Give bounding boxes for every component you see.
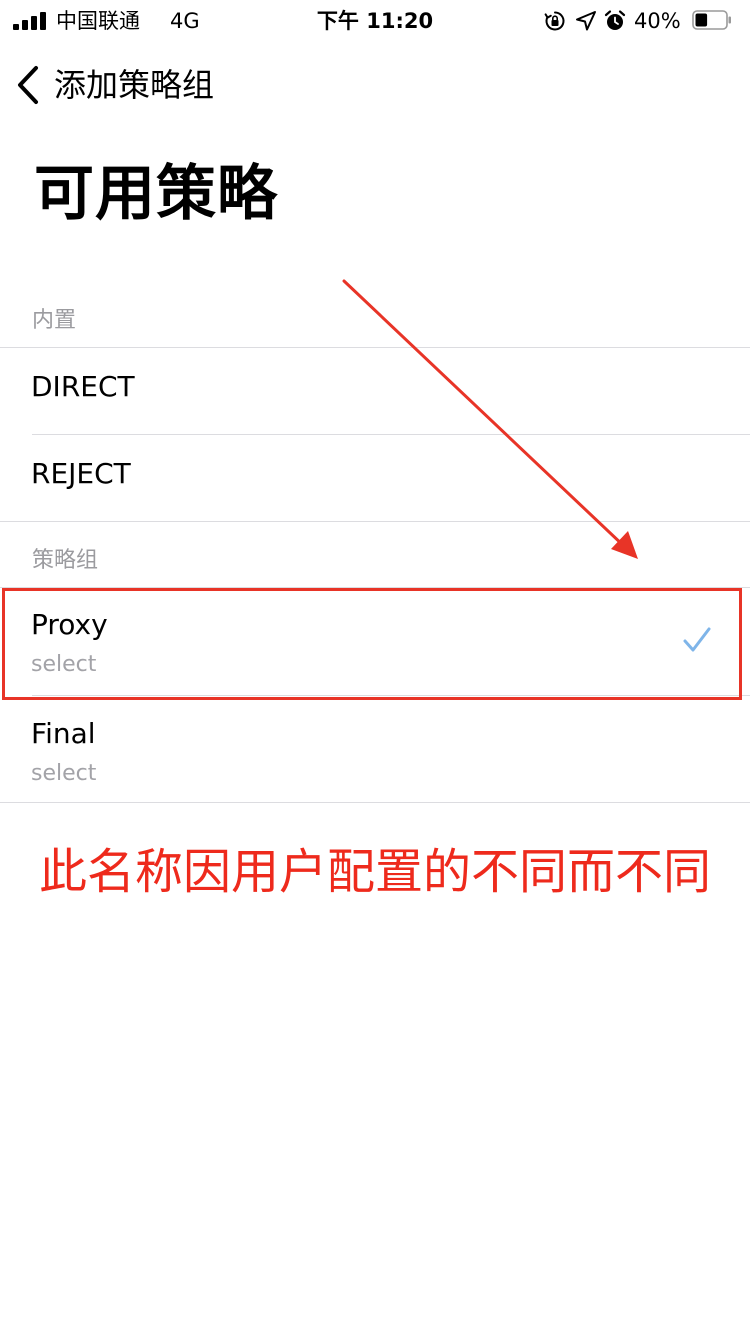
chevron-left-icon[interactable] [12, 64, 44, 106]
list-item-title: Proxy [31, 608, 108, 641]
rotation-lock-icon [544, 11, 565, 31]
divider [0, 521, 750, 522]
list-item-subtitle: select [31, 652, 97, 677]
list-item-reject[interactable]: REJECT [0, 435, 750, 521]
list-item-title: Final [31, 717, 96, 750]
divider [0, 802, 750, 803]
status-bar: 中国联通 4G 下午 11:20 40% [0, 0, 750, 42]
section-header-builtin: 内置 [32, 308, 77, 333]
list-item-subtitle: select [31, 761, 97, 786]
page-title: 可用策略 [34, 159, 278, 229]
location-arrow-icon [576, 11, 596, 31]
alarm-clock-icon [604, 10, 626, 30]
list-item-proxy[interactable]: Proxy select [0, 588, 750, 695]
checkmark-icon [683, 627, 711, 652]
list-item-direct[interactable]: DIRECT [0, 348, 750, 434]
navigation-bar: 添加策略组 [0, 42, 750, 130]
section-header-policy-groups: 策略组 [32, 548, 99, 573]
battery-icon [692, 10, 731, 30]
back-button[interactable]: 添加策略组 [12, 60, 214, 110]
battery-percent-label: 40% [634, 9, 681, 33]
list-item-final[interactable]: Final select [0, 696, 750, 802]
nav-title[interactable]: 添加策略组 [54, 64, 214, 106]
list-item-title: REJECT [31, 457, 131, 490]
list-item-title: DIRECT [31, 370, 135, 403]
annotation-text: 此名称因用户配置的不同而不同 [38, 844, 711, 900]
